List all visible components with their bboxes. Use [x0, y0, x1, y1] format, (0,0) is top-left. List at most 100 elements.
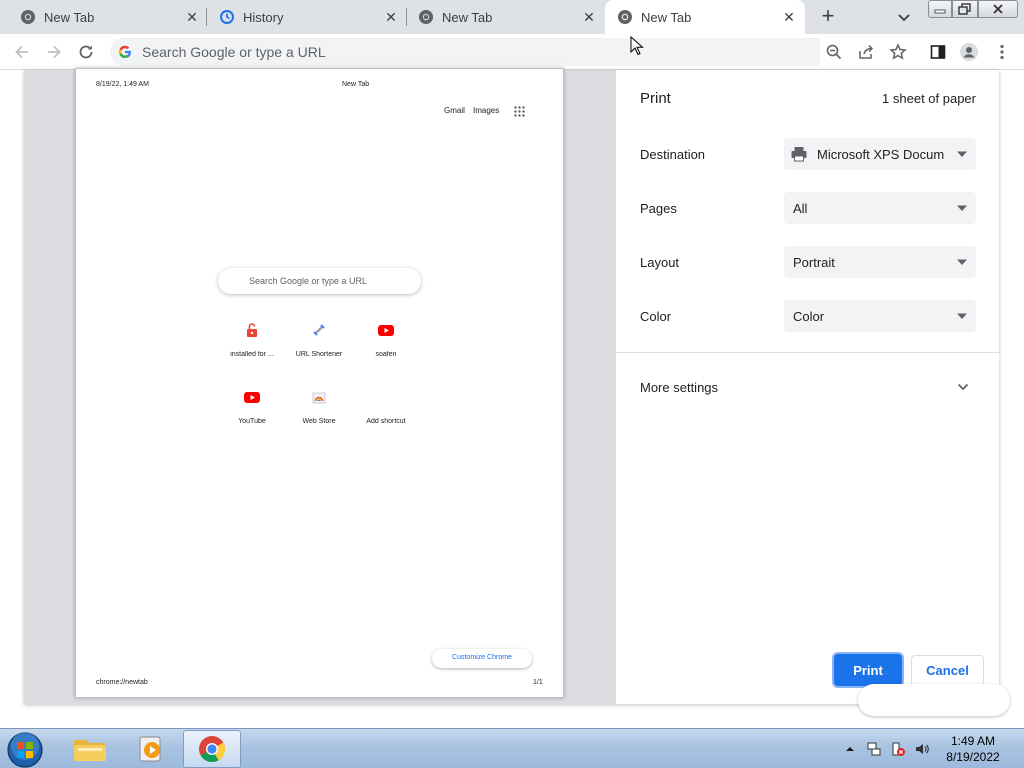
color-label: Color	[640, 309, 672, 324]
minimize-button[interactable]	[928, 0, 952, 18]
volume-icon[interactable]	[914, 741, 930, 757]
print-preview-dialog: 8/19/22, 1:49 AM New Tab Gmail Images Se…	[24, 68, 1000, 704]
layout-label: Layout	[640, 255, 680, 270]
close-tab-icon[interactable]: ✕	[781, 9, 797, 25]
close-icon	[993, 4, 1003, 14]
more-settings-label: More settings	[640, 380, 719, 395]
preview-footer-url: chrome://newtab	[96, 679, 148, 686]
close-window-button[interactable]	[978, 0, 1018, 18]
system-clock[interactable]: 1:49 AM 8/19/2022	[938, 733, 1008, 765]
shortcut-label: Web Store	[302, 418, 336, 425]
preview-search-box: Search Google or type a URL	[218, 268, 421, 294]
color-value: Color	[793, 309, 825, 324]
preview-search-placeholder: Search Google or type a URL	[249, 276, 368, 286]
omnibox[interactable]	[110, 38, 820, 66]
youtube-icon	[244, 392, 260, 403]
tab-new-tab-2[interactable]: New Tab ✕	[398, 0, 603, 34]
printer-icon	[791, 147, 807, 162]
shortcut-label: URL Shortener	[295, 351, 343, 358]
lock-icon	[247, 323, 257, 337]
chrome-icon	[618, 10, 632, 24]
tab-new-tab-1[interactable]: New Tab ✕	[0, 0, 205, 34]
chrome-icon	[21, 10, 35, 24]
tab-title: History	[243, 10, 284, 25]
print-button[interactable]: Print	[834, 654, 902, 686]
new-tab-button[interactable]: +	[818, 5, 838, 27]
destination-select[interactable]: Microsoft XPS Docum	[784, 138, 976, 170]
reload-icon[interactable]	[76, 42, 96, 62]
zoom-out-icon[interactable]	[824, 42, 844, 62]
tab-title: New Tab	[442, 10, 493, 25]
tab-title: New Tab	[44, 10, 95, 25]
dropdown-arrow-icon	[957, 205, 967, 211]
close-tab-icon[interactable]: ✕	[184, 9, 200, 25]
tab-history[interactable]: History ✕	[199, 0, 404, 34]
page-content: 8/19/22, 1:49 AM New Tab Gmail Images Se…	[0, 68, 1024, 728]
tab-strip: New Tab ✕ History ✕ New Tab ✕ New Tab ✕ …	[0, 0, 1024, 34]
customize-chrome-bubble[interactable]	[858, 684, 1010, 716]
mouse-cursor-icon	[630, 36, 644, 56]
preview-images-link: Images	[473, 106, 500, 115]
share-icon[interactable]	[856, 42, 876, 62]
minimize-icon	[934, 9, 946, 14]
bookmark-star-icon[interactable]	[888, 42, 908, 62]
pages-select[interactable]: All	[784, 192, 976, 224]
shortcut-label: Add shortcut	[366, 418, 406, 425]
network-icon[interactable]	[866, 741, 882, 757]
shortcut-label: installed for ...	[230, 351, 274, 358]
taskbar-chrome[interactable]	[183, 730, 241, 768]
preview-customize-chrome: Customize Chrome	[432, 649, 532, 668]
search-input[interactable]	[142, 42, 802, 62]
preview-header-title: New Tab	[342, 81, 370, 88]
profile-avatar-icon[interactable]	[959, 42, 979, 62]
shortcut-label: soafen	[375, 351, 397, 358]
forward-arrow-icon[interactable]	[44, 42, 64, 62]
web-store-icon	[312, 392, 326, 404]
chevron-down-icon[interactable]	[896, 9, 912, 25]
divider	[616, 352, 1000, 353]
color-select[interactable]: Color	[784, 300, 976, 332]
pages-label: Pages	[640, 201, 677, 216]
layout-value: Portrait	[793, 255, 835, 270]
preview-header-date: 8/19/22, 1:49 AM	[96, 81, 149, 88]
taskbar-media-player[interactable]	[122, 730, 180, 768]
print-title: Print	[640, 90, 671, 107]
browser-toolbar	[0, 34, 1024, 70]
shortcut-label: YouTube	[238, 418, 266, 425]
maximize-button[interactable]	[952, 0, 978, 18]
preview-gmail-link: Gmail	[444, 106, 465, 115]
youtube-icon	[378, 325, 394, 336]
windows-start-icon[interactable]	[6, 731, 44, 768]
close-tab-icon[interactable]: ✕	[383, 9, 399, 25]
destination-label: Destination	[640, 147, 706, 162]
customize-label: Customize Chrome	[452, 654, 512, 661]
preview-shortcut: installed for ...	[221, 318, 283, 374]
cancel-button[interactable]: Cancel	[911, 655, 984, 686]
print-preview-page: 8/19/22, 1:49 AM New Tab Gmail Images Se…	[75, 68, 564, 698]
tab-new-tab-active[interactable]: New Tab ✕	[605, 0, 805, 34]
taskbar-explorer[interactable]	[61, 730, 119, 768]
chrome-icon	[419, 10, 433, 24]
more-settings-toggle[interactable]: More settings	[616, 368, 1000, 408]
restore-icon	[958, 3, 971, 15]
side-panel-icon[interactable]	[928, 42, 948, 62]
chevron-down-icon	[957, 383, 969, 391]
clock-time: 1:49 AM	[950, 734, 996, 748]
preview-shortcut: soafen	[355, 318, 417, 374]
action-center-icon[interactable]	[890, 741, 906, 757]
back-arrow-icon[interactable]	[12, 42, 32, 62]
more-vert-icon[interactable]	[992, 42, 1012, 62]
show-hidden-icons[interactable]	[842, 741, 858, 757]
sheet-count: 1 sheet of paper	[882, 91, 976, 106]
destination-value: Microsoft XPS Docum	[817, 147, 945, 162]
link-icon	[313, 324, 325, 336]
tab-title: New Tab	[641, 10, 692, 25]
layout-select[interactable]: Portrait	[784, 246, 976, 278]
folder-icon	[74, 740, 106, 761]
preview-shortcut: Add shortcut	[355, 385, 417, 441]
history-icon	[220, 10, 234, 24]
windows-taskbar: 1:49 AM 8/19/2022	[0, 728, 1024, 768]
close-tab-icon[interactable]: ✕	[581, 9, 597, 25]
apps-grid-icon	[514, 106, 525, 117]
print-settings-panel: Print 1 sheet of paper Destination Micro…	[615, 70, 1000, 704]
